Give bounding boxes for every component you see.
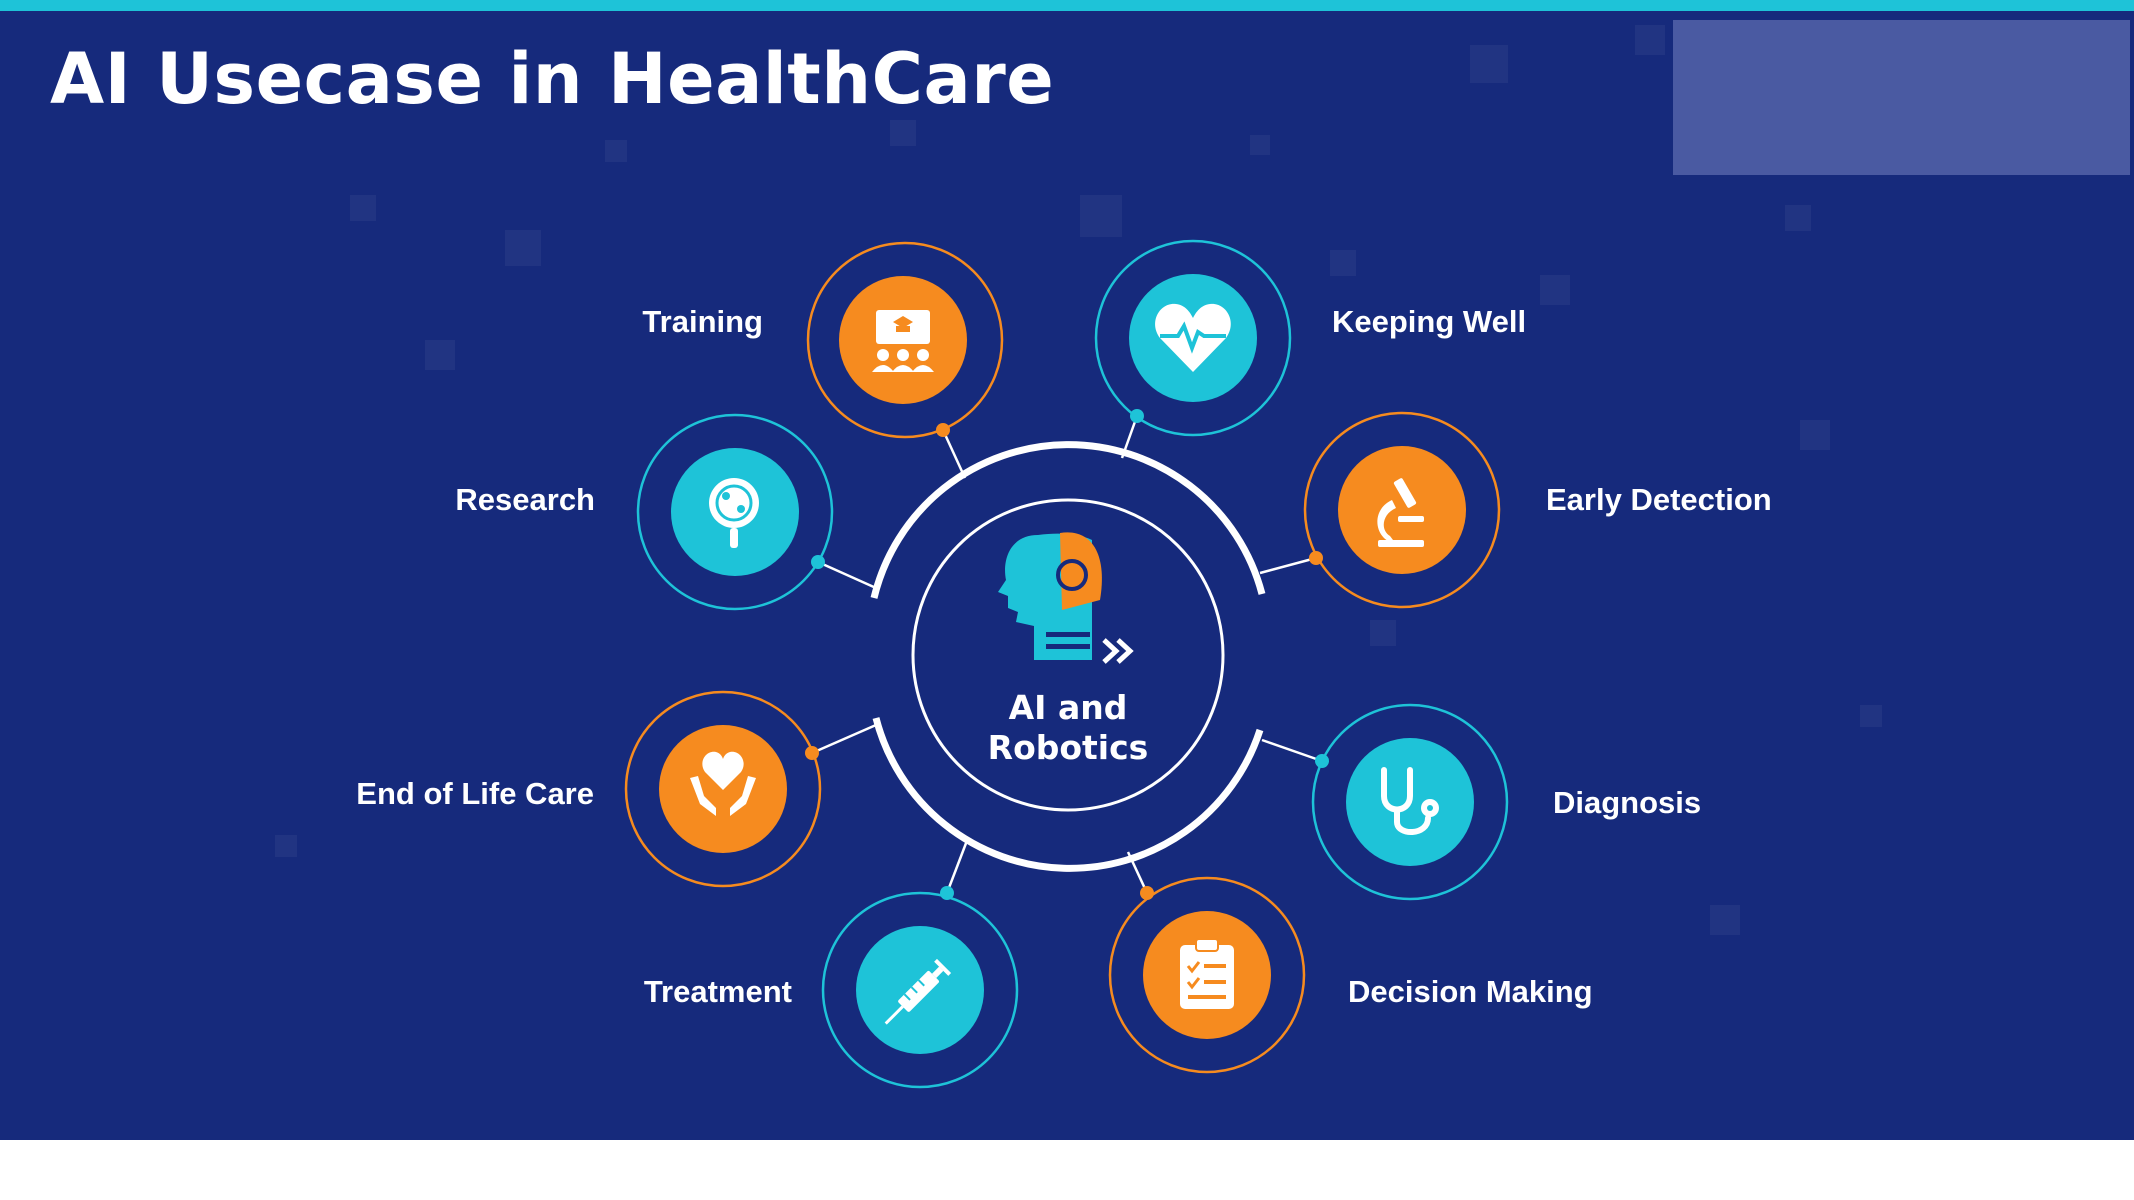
item-decision-making	[1108, 876, 1306, 1074]
center-label-line1: AI and	[1008, 688, 1128, 727]
center-label-line2: Robotics	[987, 728, 1149, 767]
item-diagnosis	[1311, 703, 1509, 901]
label-end-of-life-care: End of Life Care	[356, 776, 594, 811]
clipboard-checklist-icon	[1180, 938, 1234, 1009]
label-decision-making: Decision Making	[1348, 974, 1593, 1009]
label-keeping-well: Keeping Well	[1332, 304, 1527, 339]
center-label: AI and Robotics	[918, 688, 1218, 768]
label-early-detection: Early Detection	[1546, 482, 1772, 517]
ai-robot-head-icon	[998, 532, 1134, 664]
item-training	[806, 241, 1004, 439]
item-research	[636, 413, 834, 611]
item-early-detection	[1303, 411, 1501, 609]
slide: AI Usecase in HealthCare AI and Robotics…	[0, 0, 2134, 1140]
label-diagnosis: Diagnosis	[1553, 785, 1702, 820]
item-end-of-life-care	[624, 690, 822, 888]
label-training: Training	[642, 304, 763, 339]
item-keeping-well	[1094, 239, 1292, 437]
item-treatment	[821, 886, 1019, 1089]
usecase-diagram	[275, 25, 1882, 1089]
label-treatment: Treatment	[643, 974, 792, 1009]
label-research: Research	[455, 482, 595, 517]
